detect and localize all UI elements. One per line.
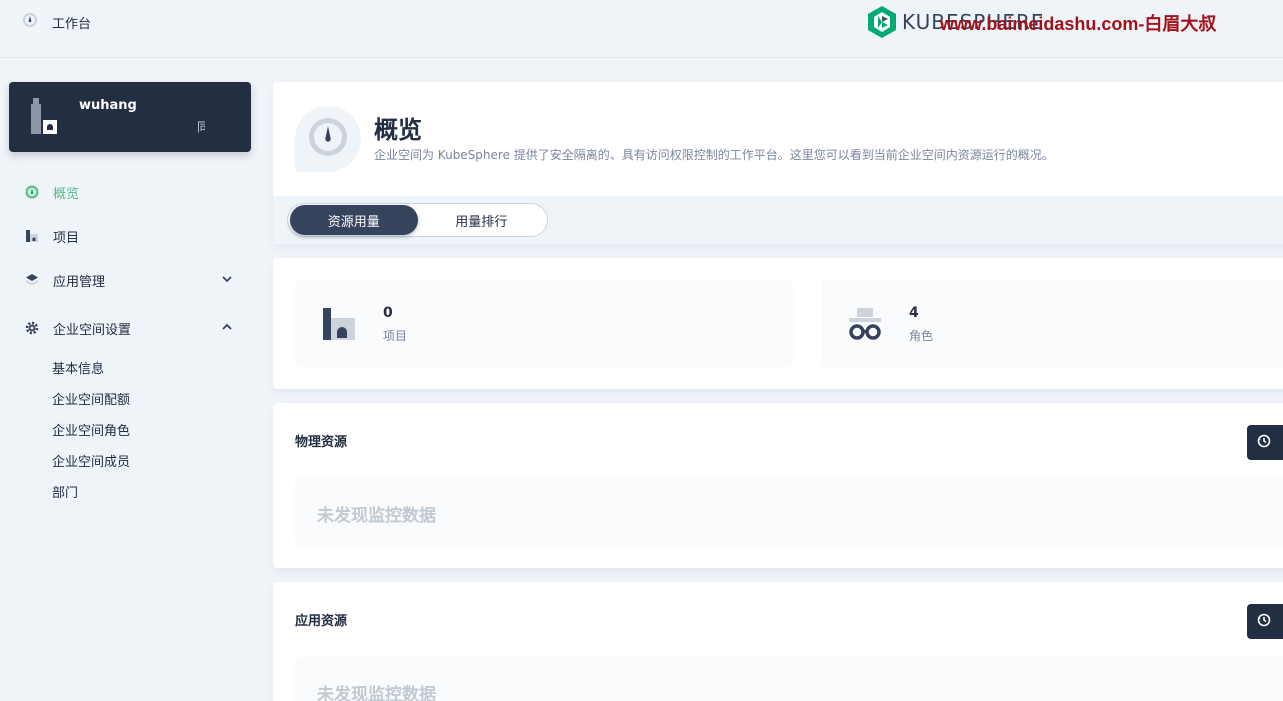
watermark-text: www.baimeidashu.com-白眉大叔 (940, 14, 1217, 34)
tab-usage-ranking[interactable]: 用量排行 (418, 205, 546, 235)
stat-label: 项目 (383, 329, 408, 343)
project-icon (24, 228, 40, 244)
stat-card-projects[interactable]: 0 项目 (295, 280, 793, 367)
appstore-icon (24, 272, 40, 288)
stat-card-roles[interactable]: 4 角色 (821, 280, 1283, 367)
stat-value: 4 (909, 305, 919, 321)
overview-badge (295, 106, 361, 172)
empty-state: 未发现监控数据 (295, 478, 1283, 546)
role-icon (847, 306, 883, 346)
history-icon (1257, 433, 1271, 452)
page-title: 概览 (374, 116, 422, 144)
workbench-label: 工作台 (52, 16, 92, 32)
sidebar-item-projects[interactable]: 项目 (0, 214, 260, 258)
tab-resource-usage[interactable]: 资源用量 (290, 205, 418, 235)
history-button[interactable] (1247, 425, 1283, 460)
dashboard-icon (24, 184, 40, 200)
stats-panel: 0 项目 4 角色 (273, 258, 1283, 389)
sidebar-item-overview[interactable]: 概览 (0, 170, 260, 214)
sidebar-item-workspace-settings[interactable]: 企业空间设置 (0, 306, 260, 350)
project-icon (321, 306, 357, 346)
history-icon (1257, 612, 1271, 631)
tab-bar: 资源用量 用量排行 (273, 196, 1283, 244)
history-button[interactable] (1247, 604, 1283, 639)
sidebar-item-workspace-members[interactable]: 企业空间成员 (52, 445, 260, 476)
gear-icon (24, 320, 40, 336)
dashboard-icon (22, 12, 38, 32)
overview-header: 概览 企业空间为 KubeSphere 提供了安全隔离的、具有访问权限控制的工作… (273, 82, 1283, 244)
stat-label: 角色 (909, 329, 934, 343)
physical-resources-panel: 物理资源 未发现监控数据 (273, 403, 1283, 568)
sidebar-item-label: 企业空间设置 (53, 322, 132, 338)
sidebar-item-app-management[interactable]: 应用管理 (0, 258, 260, 302)
stat-value: 0 (383, 305, 393, 321)
kubesphere-logo-icon (868, 6, 896, 38)
sidebar-item-departments[interactable]: 部门 (52, 476, 260, 507)
sidebar-item-workspace-quota[interactable]: 企业空间配额 (52, 383, 260, 414)
sidebar-item-label: 应用管理 (53, 274, 106, 290)
workspace-icon (29, 98, 59, 140)
sidebar-item-workspace-roles[interactable]: 企业空间角色 (52, 414, 260, 445)
top-bar: 工作台 KUBESPHERE www.baimeidashu.com-白眉大叔 (0, 0, 1283, 58)
application-resources-panel: 应用资源 未发现监控数据 (273, 582, 1283, 701)
empty-text: 未发现监控数据 (317, 685, 436, 701)
chevron-up-icon[interactable] (220, 320, 234, 338)
workbench-link[interactable]: 工作台 (22, 10, 91, 34)
dashboard-icon (308, 117, 348, 161)
tab-switch: 资源用量 用量排行 (287, 203, 548, 237)
sidebar-item-basic-info[interactable]: 基本信息 (52, 352, 260, 383)
sidebar-item-label: 概览 (53, 186, 80, 202)
workspace-desc-tail: 同 (197, 120, 205, 134)
chevron-down-icon[interactable] (220, 272, 234, 290)
sidebar-nav: 概览 项目 应用管理 企业空间设置 基本信息 企业空间配额 企业空间角色 企业空… (0, 170, 260, 507)
workspace-settings-submenu: 基本信息 企业空间配额 企业空间角色 企业空间成员 部门 (0, 352, 260, 507)
workspace-name: wuhang (79, 98, 137, 113)
sidebar-item-label: 项目 (53, 230, 80, 246)
section-title: 应用资源 (295, 614, 348, 629)
empty-text: 未发现监控数据 (317, 506, 436, 526)
empty-state: 未发现监控数据 (295, 657, 1283, 701)
page-description: 企业空间为 KubeSphere 提供了安全隔离的、具有访问权限控制的工作平台。… (374, 148, 1054, 162)
section-title: 物理资源 (295, 435, 348, 450)
workspace-description: 同 (79, 118, 205, 136)
workspace-card[interactable]: wuhang 同 (9, 82, 251, 152)
